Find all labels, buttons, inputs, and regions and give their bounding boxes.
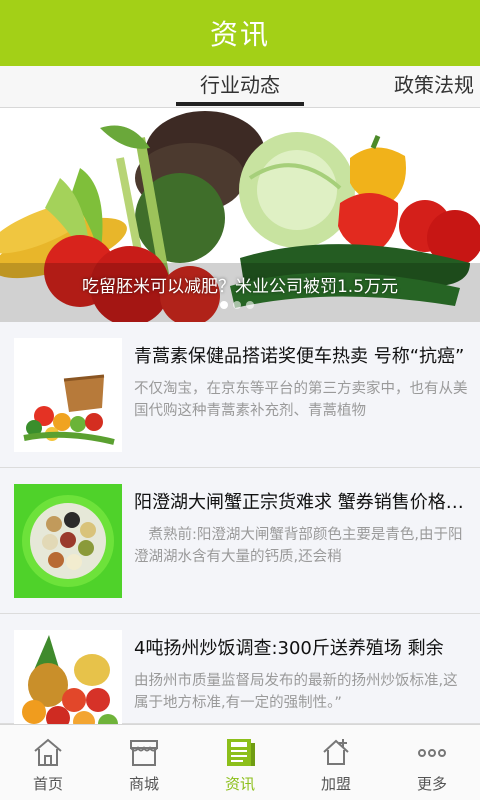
nav-label: 加盟 [320,775,351,793]
news-summary: 不仅淘宝，在京东等平台的第三方卖家中，也有从美国代购这种青蒿素补充剂、青蒿植物 [134,381,468,419]
news-thumbnail [14,338,122,452]
banner-caption: 吃留胚米可以减肥？米业公司被罚1.5万元 [81,277,399,297]
tab-policy-regulations[interactable]: 政策法规 [394,66,474,107]
news-title: 阳澄湖大闸蟹正宗货难求 蟹券销售价格暴跌 [134,492,474,513]
top-app-bar: 资讯 [0,0,480,66]
nav-label: 资讯 [224,775,255,793]
nav-store[interactable]: 商城 [96,725,192,800]
carousel-dot [220,301,228,309]
news-icon [227,739,255,766]
more-icon [418,749,446,757]
news-list-item[interactable]: 阳澄湖大闸蟹正宗货难求 蟹券销售价格暴跌 煮熟前:阳澄湖大闸蟹背部颜色主要是青色… [0,468,480,614]
nav-home[interactable]: 首页 [0,725,96,800]
category-tabs: 行业动态 政策法规 [0,66,480,108]
bottom-navigation: 首页 商城 资讯 加盟 更多 [0,724,480,800]
home-icon [34,738,62,766]
news-thumbnail [14,484,122,598]
nav-label: 商城 [128,775,159,793]
carousel-dot [233,301,241,309]
nav-news[interactable]: 资讯 [192,725,288,800]
tab-industry-news[interactable]: 行业动态 [176,66,304,107]
page-title: 资讯 [209,18,270,51]
store-icon [130,740,158,766]
carousel-indicator [220,301,254,309]
banner-carousel[interactable]: 吃留胚米可以减肥？米业公司被罚1.5万元 [0,108,480,322]
news-summary: 由扬州市质量监督局发布的最新的扬州炒饭标准,这属于地方标准,有一定的强制性。” [134,673,458,711]
carousel-dot [246,301,254,309]
news-title: 4吨扬州炒饭调查:300斤送养殖场 剩余 [134,638,444,659]
nav-label: 更多 [416,775,447,793]
news-summary: 煮熟前:阳澄湖大闸蟹背部颜色主要是青色,由于阳澄湖湖水含有大量的钙质,还会稍 [134,527,463,565]
news-list-item[interactable]: 4吨扬州炒饭调查:300斤送养殖场 剩余 由扬州市质量监督局发布的最新的扬州炒饭… [0,614,480,744]
nav-more[interactable]: 更多 [384,725,480,800]
nav-join[interactable]: 加盟 [288,725,384,800]
nav-label: 首页 [32,775,63,793]
news-title: 青蒿素保健品搭诺奖便车热卖 号称“抗癌” [134,346,465,367]
news-list-item[interactable]: 青蒿素保健品搭诺奖便车热卖 号称“抗癌” 不仅淘宝，在京东等平台的第三方卖家中，… [0,322,480,468]
grain-bowls-icon [14,484,122,598]
join-icon [323,739,349,765]
vegetable-basket-icon [14,338,122,452]
